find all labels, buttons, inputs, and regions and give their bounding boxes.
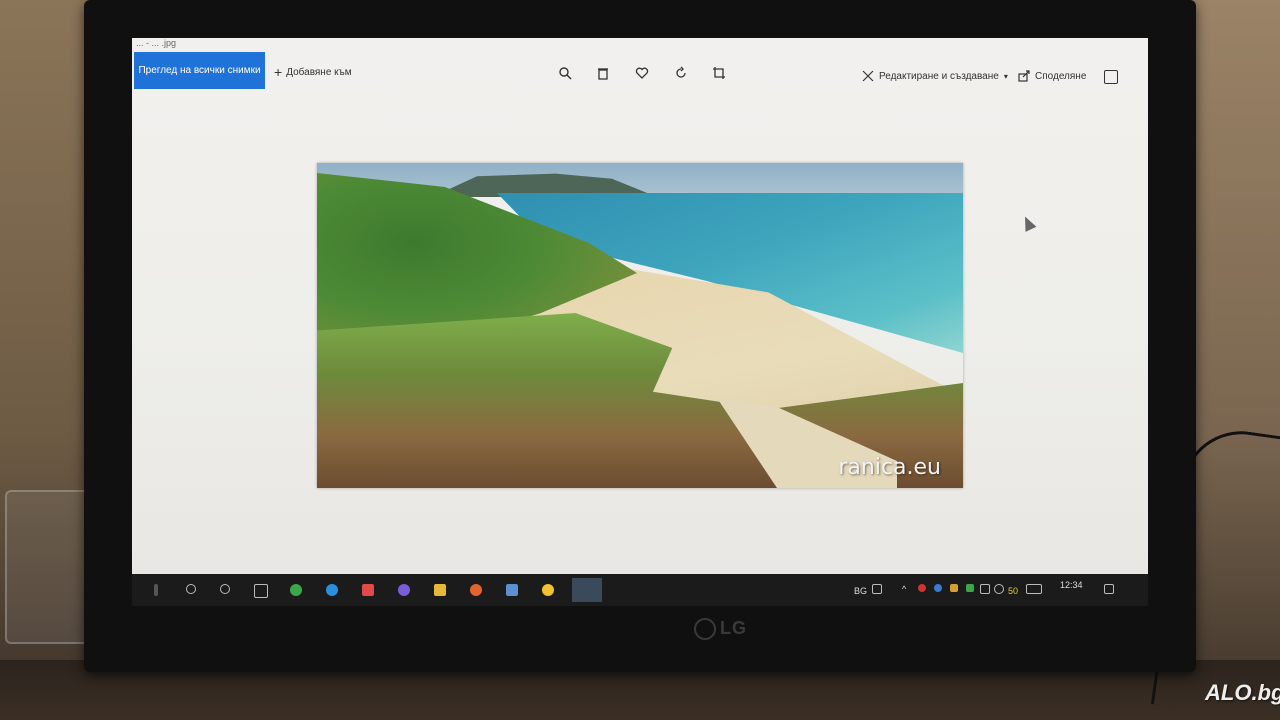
- share-label: Споделяне: [1035, 70, 1087, 82]
- notifications-icon[interactable]: [1104, 584, 1114, 594]
- taskbar: BG ^ 50 12:34: [132, 574, 1148, 606]
- tray-app-icon-4[interactable]: [966, 584, 974, 592]
- window-title: ... - ... .jpg: [136, 38, 177, 48]
- file-explorer-icon[interactable]: [434, 584, 446, 596]
- monitor-brand-text: LG: [720, 618, 747, 638]
- volume-icon[interactable]: [994, 584, 1004, 594]
- keyboard-layout-icon[interactable]: [1026, 584, 1042, 594]
- tray-number: 50: [1008, 586, 1019, 596]
- task-view-icon[interactable]: [254, 584, 268, 598]
- screen: ... - ... .jpg Преглед на всички снимки …: [132, 38, 1148, 606]
- cortana-icon[interactable]: [220, 584, 230, 594]
- rotate-icon[interactable]: [674, 66, 688, 80]
- photo-watermark: ranica.eu: [838, 455, 941, 480]
- edit-create-button[interactable]: Редактиране и създаване ▾: [862, 70, 1008, 82]
- delete-icon[interactable]: [596, 66, 610, 80]
- photos-app-taskbar-button[interactable]: [572, 578, 602, 602]
- tray-app-icon-2[interactable]: [934, 584, 942, 592]
- zoom-icon[interactable]: [558, 66, 572, 80]
- crop-icon[interactable]: [712, 66, 726, 80]
- edit-create-label: Редактиране и създаване: [879, 70, 999, 82]
- app-yellow-icon[interactable]: [542, 584, 554, 596]
- mouse-cursor-icon: [1019, 214, 1037, 232]
- add-to-label: Добавяне към: [286, 66, 352, 78]
- favorite-heart-icon[interactable]: [635, 66, 649, 80]
- chevron-down-icon: ▾: [1003, 71, 1008, 81]
- firefox-icon[interactable]: [470, 584, 482, 596]
- add-to-button[interactable]: + Добавяне към: [274, 64, 352, 80]
- edit-create-icon: [862, 70, 874, 82]
- language-indicator[interactable]: BG: [854, 586, 867, 596]
- print-icon[interactable]: [1104, 70, 1118, 84]
- tray-app-icon-1[interactable]: [918, 584, 926, 592]
- app-blue-icon[interactable]: [506, 584, 518, 596]
- lg-logo-icon: [694, 618, 716, 641]
- tray-app-icon-3[interactable]: [950, 584, 958, 592]
- share-icon: [1018, 70, 1030, 82]
- network-icon[interactable]: [980, 584, 990, 594]
- app-red-icon[interactable]: [362, 584, 374, 596]
- monitor-brand-logo: LG: [694, 618, 747, 641]
- plus-icon: +: [274, 64, 283, 80]
- start-icon[interactable]: [154, 584, 158, 596]
- edge-icon[interactable]: [326, 584, 338, 596]
- viber-icon[interactable]: [398, 584, 410, 596]
- photos-toolbar: Преглед на всички снимки + Добавяне към …: [132, 52, 1148, 90]
- alo-bg-watermark: ALO.bg: [1205, 680, 1280, 705]
- search-icon[interactable]: [186, 584, 196, 594]
- view-all-photos-button[interactable]: Преглед на всички снимки: [134, 52, 265, 89]
- share-button[interactable]: Споделяне: [1018, 70, 1086, 82]
- chrome-icon[interactable]: [290, 584, 302, 596]
- clock-time[interactable]: 12:34: [1060, 580, 1083, 590]
- keyboard-icon: [872, 584, 882, 594]
- tray-chevron-up-icon[interactable]: ^: [902, 584, 906, 594]
- displayed-photo: ranica.eu: [317, 163, 963, 488]
